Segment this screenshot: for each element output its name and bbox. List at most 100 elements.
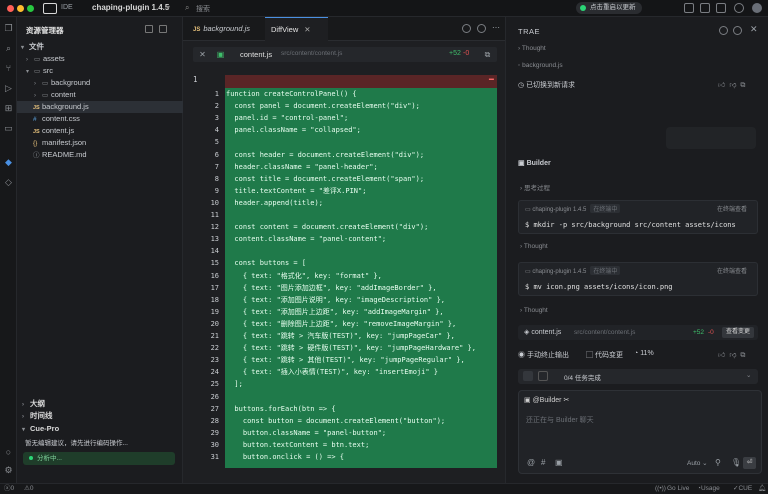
- settings-icon[interactable]: [734, 3, 744, 13]
- expand-icon[interactable]: ⌄: [746, 371, 751, 379]
- tree-item-folder[interactable]: ▾ ▭ src: [17, 65, 183, 77]
- split-editor-icon[interactable]: [462, 24, 471, 33]
- toggle-icon[interactable]: [477, 24, 486, 33]
- tasks-list-icon[interactable]: [538, 371, 548, 381]
- code-line[interactable]: 21 { text: "跳转 > 汽车版(TEST)", key: "jumpP…: [183, 330, 505, 342]
- tree-section-files[interactable]: ▾ 文件: [17, 41, 183, 53]
- code-line[interactable]: 8 const title = document.createElement("…: [183, 173, 505, 185]
- code-line[interactable]: 9 title.textContent = "差评X.PIN";: [183, 185, 505, 197]
- code-line[interactable]: 25 ];: [183, 378, 505, 390]
- layout-left-icon[interactable]: [684, 3, 694, 13]
- reaction-buttons[interactable]: 👍︎👎︎⧉: [718, 350, 749, 360]
- code-line[interactable]: 18 { text: "添加图片说明", key: "imageDescript…: [183, 294, 505, 306]
- code-line[interactable]: 14: [183, 245, 505, 257]
- more-icon[interactable]: [159, 25, 167, 33]
- history-icon[interactable]: [733, 26, 742, 35]
- timeline-section[interactable]: › 时间线: [17, 410, 183, 422]
- tab-diffview[interactable]: DiffView ✕: [265, 17, 328, 41]
- view-in-terminal-link[interactable]: 在终端查看: [717, 266, 747, 275]
- stop-output-button[interactable]: ◉ 手动终止输出: [518, 350, 569, 360]
- code-line[interactable]: 24 { text: "插入小表情(TEST)", key: "insertEm…: [183, 366, 505, 378]
- update-button[interactable]: 点击重启以更新: [576, 2, 642, 14]
- thought-item[interactable]: › Thought: [520, 307, 548, 314]
- layout-bottom-icon[interactable]: [700, 3, 710, 13]
- code-line[interactable]: 30 button.textContent = btn.text;: [183, 439, 505, 451]
- project-name[interactable]: chaping-plugin 1.4.5: [92, 3, 169, 12]
- notifications-icon[interactable]: 🔔︎: [758, 484, 766, 494]
- usage-button[interactable]: ◔ Usage: [697, 484, 720, 494]
- search-icon[interactable]: ⌕: [185, 3, 189, 13]
- cue-status[interactable]: ✓ CUE: [733, 484, 752, 494]
- code-line[interactable]: 3 panel.id = "control-panel";: [183, 112, 505, 124]
- tree-item-file[interactable]: {} manifest.json: [17, 137, 183, 149]
- chat-input[interactable]: 还正在与 Builder 聊天: [526, 415, 594, 425]
- code-line[interactable]: 5: [183, 136, 505, 148]
- view-changes-button[interactable]: 查看变更: [721, 327, 754, 338]
- code-line[interactable]: 15 const buttons = [: [183, 257, 505, 269]
- code-line[interactable]: 26: [183, 391, 505, 403]
- extensions-icon[interactable]: ⊞: [3, 103, 14, 114]
- reaction-buttons[interactable]: 👍︎👎︎⧉: [718, 80, 749, 90]
- maximize-window-button[interactable]: [27, 5, 34, 12]
- minimize-window-button[interactable]: [17, 5, 24, 12]
- code-line[interactable]: 31 button.onclick = () => {: [183, 451, 505, 463]
- code-line[interactable]: 12 const content = document.createElemen…: [183, 221, 505, 233]
- code-line[interactable]: 6 const header = document.createElement(…: [183, 149, 505, 161]
- model-select[interactable]: Auto ⌄: [687, 459, 708, 467]
- thought-item[interactable]: › Thought: [518, 45, 546, 52]
- chat-input-box[interactable]: ▣ @Builder ✂ 还正在与 Builder 聊天 @ # ▣ Auto …: [518, 390, 762, 474]
- view-in-terminal-link[interactable]: 在终端查看: [717, 204, 747, 213]
- errors-indicator[interactable]: ⓧ 0: [4, 484, 14, 494]
- close-icon[interactable]: ✕: [304, 25, 310, 34]
- tree-item-file[interactable]: JS content.js: [17, 125, 183, 137]
- microphone-icon[interactable]: 🎙︎: [731, 458, 741, 467]
- account-icon[interactable]: ○: [3, 447, 14, 458]
- code-line[interactable]: 10 header.append(title);: [183, 197, 505, 209]
- tasks-left-icon[interactable]: [523, 371, 533, 381]
- tree-item-file[interactable]: ⓘ README.md: [17, 149, 183, 161]
- tree-item-folder[interactable]: › ▭ assets: [17, 53, 183, 65]
- hash-icon[interactable]: #: [541, 458, 545, 467]
- code-change-toggle[interactable]: ▢ 代码变更: [586, 350, 623, 360]
- more-actions-icon[interactable]: ⋯: [492, 23, 500, 32]
- code-line[interactable]: 4 panel.className = "collapsed";: [183, 124, 505, 136]
- explorer-icon[interactable]: ❐: [3, 23, 14, 34]
- thought-item[interactable]: › Thought: [520, 243, 548, 250]
- chat-icon[interactable]: ◇: [3, 177, 14, 188]
- image-icon[interactable]: ▣: [555, 458, 563, 467]
- remote-icon[interactable]: ▭: [3, 123, 14, 134]
- tree-item-file-active[interactable]: JS background.js: [17, 101, 183, 113]
- tab-background-js[interactable]: JS background.js: [187, 17, 256, 41]
- file-reference[interactable]: ◦ background.js: [518, 62, 563, 69]
- code-line[interactable]: 23 { text: "跳转 > 其他(TEST)", key: "jumpPa…: [183, 354, 505, 366]
- layout-right-icon[interactable]: [716, 3, 726, 13]
- thinking-process[interactable]: › 思考过程: [520, 182, 550, 192]
- new-file-icon[interactable]: [145, 25, 153, 33]
- close-panel-icon[interactable]: ✕: [750, 24, 758, 35]
- warnings-indicator[interactable]: ⚠ 0: [24, 484, 33, 494]
- code-line[interactable]: 13 content.className = "panel-content";: [183, 233, 505, 245]
- send-button[interactable]: ⏎: [743, 457, 756, 469]
- tree-item-folder[interactable]: › ▭ content: [17, 89, 183, 101]
- outline-section[interactable]: › 大纲: [17, 398, 183, 410]
- code-line[interactable]: 2 const panel = document.createElement("…: [183, 100, 505, 112]
- tree-item-folder[interactable]: › ▭ background: [17, 77, 183, 89]
- ai-assistant-icon[interactable]: ◆: [3, 157, 14, 168]
- avatar[interactable]: [752, 3, 762, 13]
- code-line[interactable]: 17 { text: "图片添加边框", key: "addImageBorde…: [183, 282, 505, 294]
- new-chat-icon[interactable]: [719, 26, 728, 35]
- attach-icon[interactable]: ⚲: [715, 458, 721, 467]
- copy-icon[interactable]: ⧉: [483, 50, 492, 59]
- code-line[interactable]: 20 { text: "删除图片上边距", key: "removeImageM…: [183, 318, 505, 330]
- code-line[interactable]: 28 const button = document.createElement…: [183, 415, 505, 427]
- task-bar[interactable]: 0/4 任务完成 ⌄: [518, 369, 758, 384]
- collapse-icon[interactable]: ✕: [198, 50, 207, 59]
- settings-gear-icon[interactable]: ⚙: [3, 465, 14, 476]
- code-line[interactable]: 27 buttons.forEach(btn => {: [183, 403, 505, 415]
- code-line[interactable]: 11: [183, 209, 505, 221]
- close-window-button[interactable]: [7, 5, 14, 12]
- chevron-down-icon[interactable]: ▾: [166, 3, 170, 12]
- code-line[interactable]: 1 function createControlPanel() {: [183, 88, 505, 100]
- code-line[interactable]: 7 header.className = "panel-header";: [183, 161, 505, 173]
- mention-icon[interactable]: @: [527, 458, 535, 467]
